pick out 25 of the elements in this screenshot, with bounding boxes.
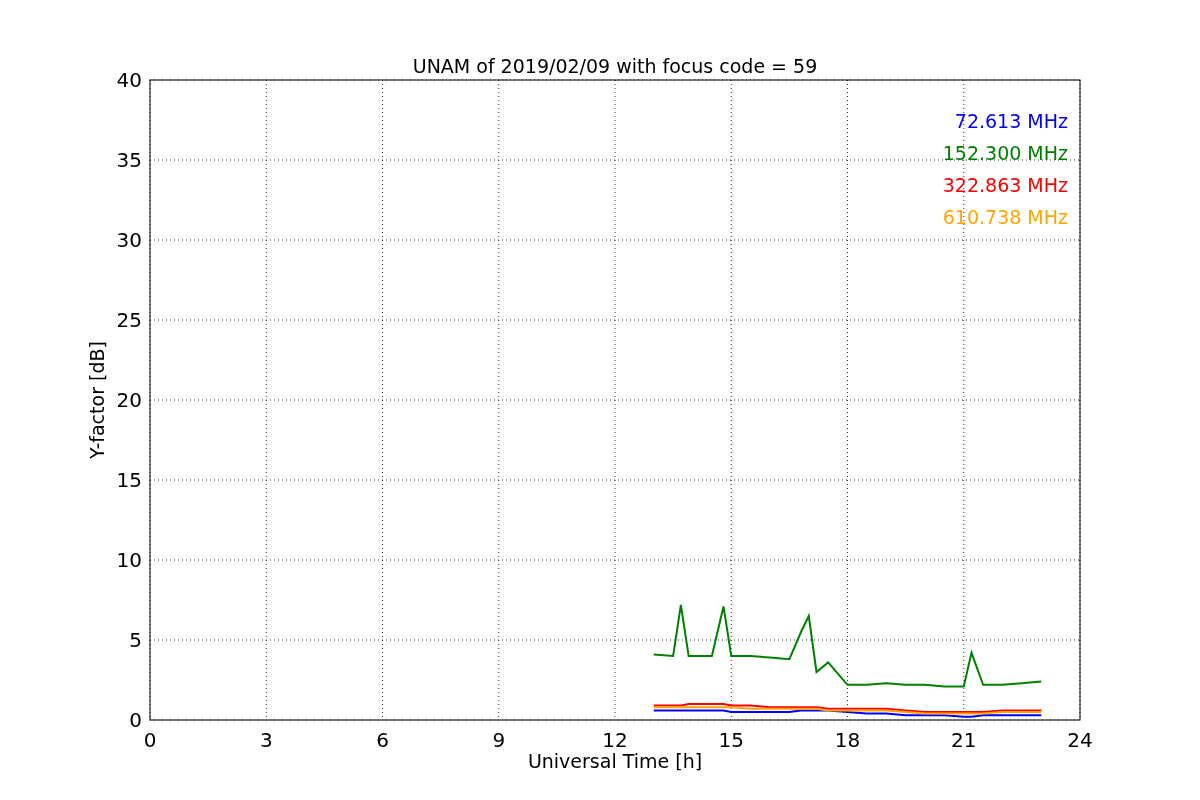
legend-label: 152.300 MHz bbox=[942, 142, 1068, 164]
y-tick-label: 40 bbox=[116, 68, 142, 92]
x-tick-label: 9 bbox=[492, 728, 506, 752]
y-tick-label: 30 bbox=[116, 228, 142, 252]
y-tick-label: 25 bbox=[116, 308, 142, 332]
y-tick-label: 10 bbox=[116, 548, 142, 572]
x-tick-label: 12 bbox=[602, 728, 628, 752]
x-tick-label: 24 bbox=[1067, 728, 1093, 752]
y-tick-label: 15 bbox=[116, 468, 142, 492]
x-tick-label: 6 bbox=[376, 728, 389, 752]
y-axis-label: Y-factor [dB] bbox=[86, 341, 108, 459]
chart-title: UNAM of 2019/02/09 with focus code = 59 bbox=[412, 55, 818, 77]
x-tick-label: 21 bbox=[951, 728, 977, 752]
x-tick-label: 18 bbox=[834, 728, 861, 752]
x-tick-label: 3 bbox=[259, 728, 273, 752]
y-tick-label: 0 bbox=[129, 708, 142, 732]
x-tick-label: 0 bbox=[143, 728, 157, 752]
legend-label: 610.738 MHz bbox=[942, 206, 1068, 228]
y-tick-label: 20 bbox=[116, 388, 142, 412]
x-tick-label: 15 bbox=[718, 728, 744, 752]
x-axis-label: Universal Time [h] bbox=[527, 750, 703, 772]
y-tick-label: 35 bbox=[116, 148, 142, 172]
legend-label: 72.613 MHz bbox=[954, 110, 1068, 132]
legend-label: 322.863 MHz bbox=[942, 174, 1068, 196]
y-tick-label: 5 bbox=[129, 628, 142, 652]
